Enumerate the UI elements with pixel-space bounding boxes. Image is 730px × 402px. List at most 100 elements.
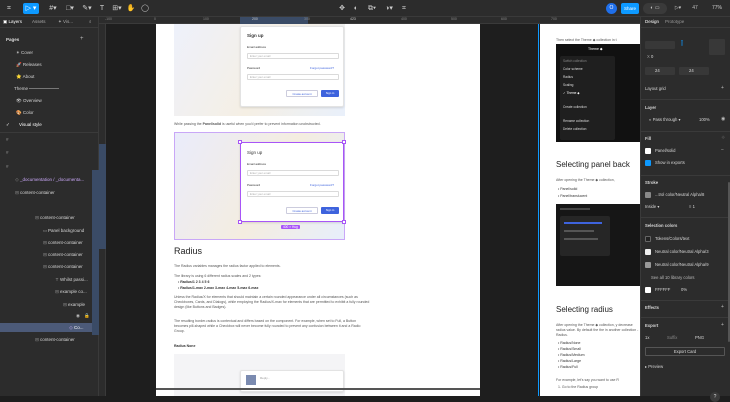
page-item-releases[interactable]: 🚀 Releases xyxy=(0,60,98,69)
opacity-value[interactable]: 100% xyxy=(699,116,710,124)
avatar[interactable]: O xyxy=(606,3,617,14)
resize-handle[interactable] xyxy=(238,220,242,224)
selection-color-item[interactable]: Neutral color/Neutral Alpha/3 xyxy=(655,248,709,256)
mask-icon[interactable]: ◐ xyxy=(351,3,361,14)
resize-handle[interactable] xyxy=(342,140,346,144)
layer-content-container[interactable]: ⊟content-container xyxy=(0,262,92,271)
pen-tool-icon[interactable]: ✎▾ xyxy=(80,3,94,14)
selection-color-item[interactable]: Tokens/Colors/text xyxy=(655,235,689,243)
menu-item[interactable]: Delete collection xyxy=(563,127,586,131)
tab-assets[interactable]: Assets xyxy=(32,19,46,24)
create-account-button[interactable]: Create account xyxy=(286,207,318,214)
hand-tool-icon[interactable]: ✋ xyxy=(126,3,136,14)
blend-mode-select[interactable]: ◐ Pass through ▾ xyxy=(649,116,681,124)
resize-handle[interactable] xyxy=(238,140,242,144)
layer-content-container[interactable]: ⊟content-container xyxy=(0,213,92,222)
password-field[interactable]: Enter your email xyxy=(247,74,339,80)
preview-toggle[interactable]: ▸ Preview xyxy=(645,363,663,371)
menu-item[interactable]: Color scheme xyxy=(563,67,583,71)
layer-panel-background[interactable]: ▭Panel background xyxy=(0,226,92,235)
search-icon[interactable]: ⌕ xyxy=(89,19,92,24)
shape-tool-icon[interactable]: □▾ xyxy=(63,3,77,14)
help-icon[interactable]: ? xyxy=(710,392,720,402)
layer-documentation[interactable]: ◇_documentation / _documenta... xyxy=(0,175,98,184)
comment-icon[interactable]: ◯ xyxy=(140,3,150,14)
fill-swatch[interactable] xyxy=(645,148,651,154)
align-icon[interactable]: ⫿ xyxy=(681,41,683,48)
lock-icon[interactable]: 🔒 xyxy=(84,313,90,319)
page-item-color[interactable]: 🎨 Color xyxy=(0,108,98,117)
visibility-icon[interactable]: ◉ xyxy=(721,116,725,122)
page-item-theme[interactable]: Theme xyxy=(0,84,98,93)
hex-swatch[interactable] xyxy=(645,287,651,293)
text-tool-icon[interactable]: T xyxy=(97,3,107,14)
share-button[interactable]: Share xyxy=(621,3,639,14)
frame-tool-icon[interactable]: #▾ xyxy=(46,3,60,14)
menu-item[interactable]: Radius xyxy=(563,75,573,79)
page-item-visual-style[interactable]: ✓ Visual style xyxy=(0,120,98,129)
layer-content-container[interactable]: ⊟content-container xyxy=(0,335,98,344)
layer-text-whilst[interactable]: T Whilst passi... xyxy=(0,275,92,284)
horizontal-scrollbar[interactable] xyxy=(156,388,480,390)
height-field[interactable]: 24 xyxy=(679,67,709,75)
password-field[interactable]: Enter your email xyxy=(247,191,339,197)
resize-handle[interactable] xyxy=(342,220,346,224)
crop-icon[interactable]: ⌗ xyxy=(399,3,409,14)
layer-content-container[interactable]: ⊟content-container xyxy=(0,188,98,197)
see-all-colors-link[interactable]: See all 10 library colors xyxy=(651,274,695,282)
show-exports-checkbox[interactable] xyxy=(645,160,651,166)
create-account-button[interactable]: Create account xyxy=(286,90,318,97)
page-item-about[interactable]: ⭐ About xyxy=(0,72,98,81)
export-format[interactable]: PNG xyxy=(695,334,704,342)
fill-style-name[interactable]: Panel/solid xyxy=(655,147,676,155)
page-item-cover[interactable]: ✴ Cover xyxy=(0,48,98,57)
width-field[interactable]: 24 xyxy=(645,67,675,75)
add-effect-icon[interactable]: + xyxy=(721,304,724,310)
fill-options-icon[interactable]: ⁘ xyxy=(721,135,725,141)
menu-item[interactable]: Rename collection xyxy=(563,119,589,123)
reply-input[interactable]: Reply... xyxy=(260,376,270,380)
forgot-password-link[interactable]: Forgot password? xyxy=(310,183,334,187)
layer-content-container[interactable]: ⊟content-container xyxy=(0,250,92,259)
layer-example[interactable]: ⊟example xyxy=(0,300,92,309)
zoom-level[interactable]: 77% xyxy=(708,3,726,14)
menu-item[interactable]: ✓ Theme ◆ xyxy=(563,91,580,95)
eye-icon[interactable]: ◉ xyxy=(76,313,80,319)
sign-in-button[interactable]: Sign in xyxy=(321,90,339,97)
signup-card-selected[interactable]: Sign up Email address Enter your email P… xyxy=(240,142,344,222)
detach-style-icon[interactable]: − xyxy=(721,147,724,153)
selection-color-item[interactable]: Neutral color/Neutral Alpha/9 xyxy=(655,261,709,269)
canvas[interactable]: Sign up Email address Enter your email P… xyxy=(106,24,640,396)
stroke-weight[interactable]: ≡ 1 xyxy=(689,203,695,211)
move-tool-icon[interactable]: ▷ ▾ xyxy=(23,3,39,14)
stroke-style-name[interactable]: ...trol color/Neutral Alpha/8 xyxy=(655,191,704,199)
alignment-controls[interactable] xyxy=(645,41,675,49)
layer-content-container[interactable]: ⊟content-container xyxy=(0,238,92,247)
color-swatch[interactable] xyxy=(645,262,651,268)
main-menu-icon[interactable]: ⌗ xyxy=(4,3,14,14)
add-layout-grid-icon[interactable]: + xyxy=(721,85,724,91)
color-swatch[interactable] xyxy=(645,236,651,242)
sign-in-button[interactable]: Sign in xyxy=(321,207,339,214)
tab-visual[interactable]: ✦ Vis... xyxy=(58,19,73,25)
tab-design[interactable]: Design xyxy=(645,19,659,24)
resources-icon[interactable]: ⊞▾ xyxy=(110,3,124,14)
dev-mode-toggle[interactable]: ◐ ▭ xyxy=(643,3,667,14)
color-swatch[interactable] xyxy=(645,249,651,255)
export-button[interactable]: Export Card xyxy=(645,347,725,356)
contrast-icon[interactable]: ◑▾ xyxy=(382,3,396,14)
add-page-icon[interactable]: + xyxy=(80,36,84,42)
add-export-icon[interactable]: + xyxy=(721,322,724,328)
tab-prototype[interactable]: Prototype xyxy=(665,19,684,24)
hex-opacity[interactable]: 0% xyxy=(681,286,687,294)
tab-layers[interactable]: ▣ Layers xyxy=(3,19,22,25)
stroke-position-select[interactable]: Inside ▾ xyxy=(645,203,659,211)
email-field[interactable]: Enter your email xyxy=(247,53,339,59)
stroke-swatch[interactable] xyxy=(645,192,651,198)
email-field[interactable]: Enter your email xyxy=(247,170,339,176)
boolean-icon[interactable]: ⧉▾ xyxy=(365,3,379,14)
layer-example-co[interactable]: ⊟example co... xyxy=(0,287,92,296)
export-scale[interactable]: 1x xyxy=(645,334,649,342)
component-icon[interactable]: ✥ xyxy=(337,3,347,14)
play-icon[interactable]: ▷▾ xyxy=(672,3,684,14)
